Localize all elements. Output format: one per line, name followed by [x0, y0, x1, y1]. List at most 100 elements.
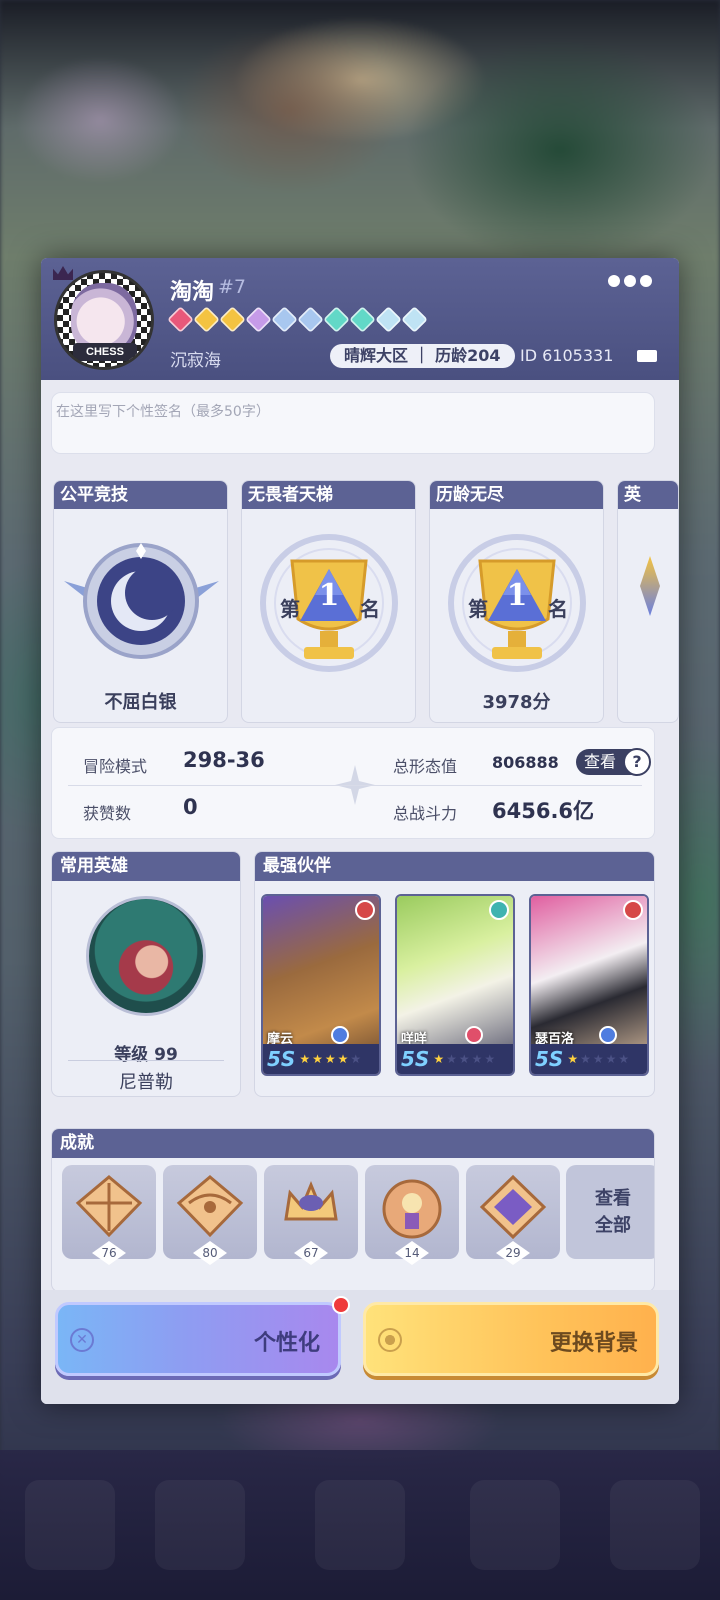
achievement-gems — [167, 306, 428, 333]
gem-icon — [349, 306, 376, 333]
total-power-value: 6456.6亿 — [492, 799, 595, 823]
partner-grade: 5S — [535, 1047, 564, 1071]
nav-tab — [610, 1480, 700, 1570]
rank-card-title: 英 — [618, 481, 678, 509]
partner-grade-bar: 5S ★ ★ ★ ★ ★ — [531, 1044, 647, 1074]
total-form-label: 总形态值 — [393, 757, 458, 776]
achievement-badge[interactable]: 76 — [62, 1165, 156, 1265]
player-id: ID 6105331 — [520, 346, 614, 365]
trophy-rank-prefix: 第 — [280, 597, 300, 621]
achievement-badge[interactable]: 29 — [466, 1165, 560, 1265]
star-icon: ★ — [446, 1052, 457, 1066]
nav-tab — [315, 1480, 405, 1570]
star-icon: ★ — [324, 1052, 336, 1066]
change-background-button[interactable]: 更换背景 — [363, 1302, 659, 1376]
rank-card-ladder[interactable]: 无畏者天梯 第 1 名 — [241, 480, 416, 723]
common-hero-card[interactable]: 常用英雄 等级 99 尼普勒 — [51, 851, 241, 1097]
achievements-card: 成就 76 80 67 14 29 查看 全部 — [51, 1128, 655, 1292]
view-all-achievements-button[interactable]: 查看 全部 — [566, 1165, 654, 1259]
fire-element-icon — [355, 900, 375, 920]
hero-divider — [68, 1060, 224, 1061]
gem-icon — [297, 306, 324, 333]
view-stats-button[interactable]: 查看 ? — [576, 748, 651, 776]
adventure-mode-label: 冒险模式 — [83, 757, 148, 776]
star-icon: ★ — [471, 1052, 483, 1066]
signature-input[interactable]: 在这里写下个性签名（最多50字） — [51, 392, 655, 454]
server-badge: 晴辉大区 ｜ 历龄204 — [330, 344, 515, 368]
achievement-badge[interactable]: 14 — [365, 1165, 459, 1265]
help-icon[interactable]: ? — [623, 748, 651, 776]
star-icon: ★ — [337, 1052, 349, 1066]
star-icon: ★ — [350, 1052, 362, 1066]
weapon-icon — [331, 1026, 349, 1044]
partners-title: 最强伙伴 — [255, 852, 654, 881]
trophy-rank-number: 1 — [506, 578, 528, 613]
copy-id-icon[interactable] — [637, 350, 657, 362]
customize-button[interactable]: ✕ 个性化 — [55, 1302, 341, 1376]
fire-element-icon — [623, 900, 643, 920]
hero-level: 等级 99 — [114, 1045, 178, 1065]
nav-tab — [25, 1480, 115, 1570]
gem-icon — [219, 306, 246, 333]
gem-icon — [245, 306, 272, 333]
trophy-rank-suffix: 名 — [360, 597, 380, 621]
rank-value: 3978分 — [482, 692, 551, 713]
game-bottom-nav — [0, 1450, 720, 1600]
total-form-value: 806888 — [492, 753, 559, 772]
rank-card-fair-play[interactable]: 公平竞技 不屈白银 — [53, 480, 228, 723]
star-icon: ★ — [312, 1052, 323, 1066]
partial-emblem-icon — [640, 556, 660, 616]
action-bar: ✕ 个性化 更换背景 — [41, 1290, 679, 1404]
partner-card[interactable]: 摩云 5S ★ ★ ★ ★ ★ — [261, 894, 381, 1076]
star-icon: ★ — [580, 1052, 591, 1066]
trophy-rank-suffix: 名 — [548, 597, 568, 621]
gem-icon — [401, 306, 428, 333]
gem-icon — [193, 306, 220, 333]
partner-grade-bar: 5S ★ ★ ★ ★ ★ — [397, 1044, 513, 1074]
partner-card[interactable]: 咩咩 5S ★ ★ ★ ★ ★ — [395, 894, 515, 1076]
trophy-rank-number: 1 — [318, 578, 340, 613]
hero-portrait[interactable] — [86, 896, 206, 1016]
likes-value: 0 — [183, 795, 198, 819]
achievement-badge[interactable]: 80 — [163, 1165, 257, 1265]
weapon-icon — [465, 1026, 483, 1044]
achievement-count: 67 — [294, 1241, 328, 1265]
player-avatar[interactable]: CHESS — [54, 270, 154, 370]
customize-label: 个性化 — [253, 1330, 320, 1356]
player-tag: #7 — [218, 276, 247, 298]
stats-panel: 冒险模式 298-36 获赞数 0 总形态值 806888 总战斗力 6456.… — [51, 727, 655, 839]
gem-icon — [375, 306, 402, 333]
star-icon: ★ — [484, 1052, 496, 1066]
crown-icon — [53, 266, 73, 280]
wind-element-icon — [489, 900, 509, 920]
notification-dot — [332, 1296, 350, 1314]
view-all-line1: 查看 — [595, 1188, 631, 1209]
rank-card-title: 公平竞技 — [54, 481, 227, 509]
target-circle-icon — [378, 1328, 402, 1352]
common-hero-title: 常用英雄 — [52, 852, 240, 881]
rank-card-endless[interactable]: 历龄无尽 第 1 名 3978分 — [429, 480, 604, 723]
partner-card[interactable]: 瑟百洛 5S ★ ★ ★ ★ ★ — [529, 894, 649, 1076]
view-stats-label: 查看 — [584, 752, 617, 771]
hero-name: 尼普勒 — [119, 1072, 173, 1093]
partner-grade-bar: 5S ★ ★ ★ ★ ★ — [263, 1044, 379, 1074]
player-name: 淘淘 — [170, 280, 215, 305]
profile-header: CHESS 淘淘 #7 沉寂海 晴辉大区 ｜ 历龄204 ID 6105331 — [41, 258, 679, 380]
diamond-emblem-icon — [479, 1174, 547, 1240]
partner-grade: 5S — [401, 1047, 430, 1071]
gem-icon — [167, 306, 194, 333]
winged-emblem-icon — [176, 1175, 244, 1238]
change-background-label: 更换背景 — [549, 1330, 638, 1356]
star-icon: ★ — [299, 1052, 311, 1066]
achievement-count: 14 — [395, 1241, 429, 1265]
profile-panel: CHESS 淘淘 #7 沉寂海 晴辉大区 ｜ 历龄204 ID 6105331 … — [41, 258, 679, 1404]
crossbow-emblem-icon — [75, 1175, 143, 1238]
partner-grade: 5S — [267, 1047, 296, 1071]
avatar-frame-badge: CHESS — [73, 343, 137, 361]
achievement-badge[interactable]: 67 — [264, 1165, 358, 1265]
star-icon: ★ — [592, 1052, 604, 1066]
rank-card-hero[interactable]: 英 — [617, 480, 679, 723]
rank-card-title: 无畏者天梯 — [242, 481, 415, 509]
nav-tab — [470, 1480, 560, 1570]
more-options-button[interactable] — [608, 275, 652, 291]
